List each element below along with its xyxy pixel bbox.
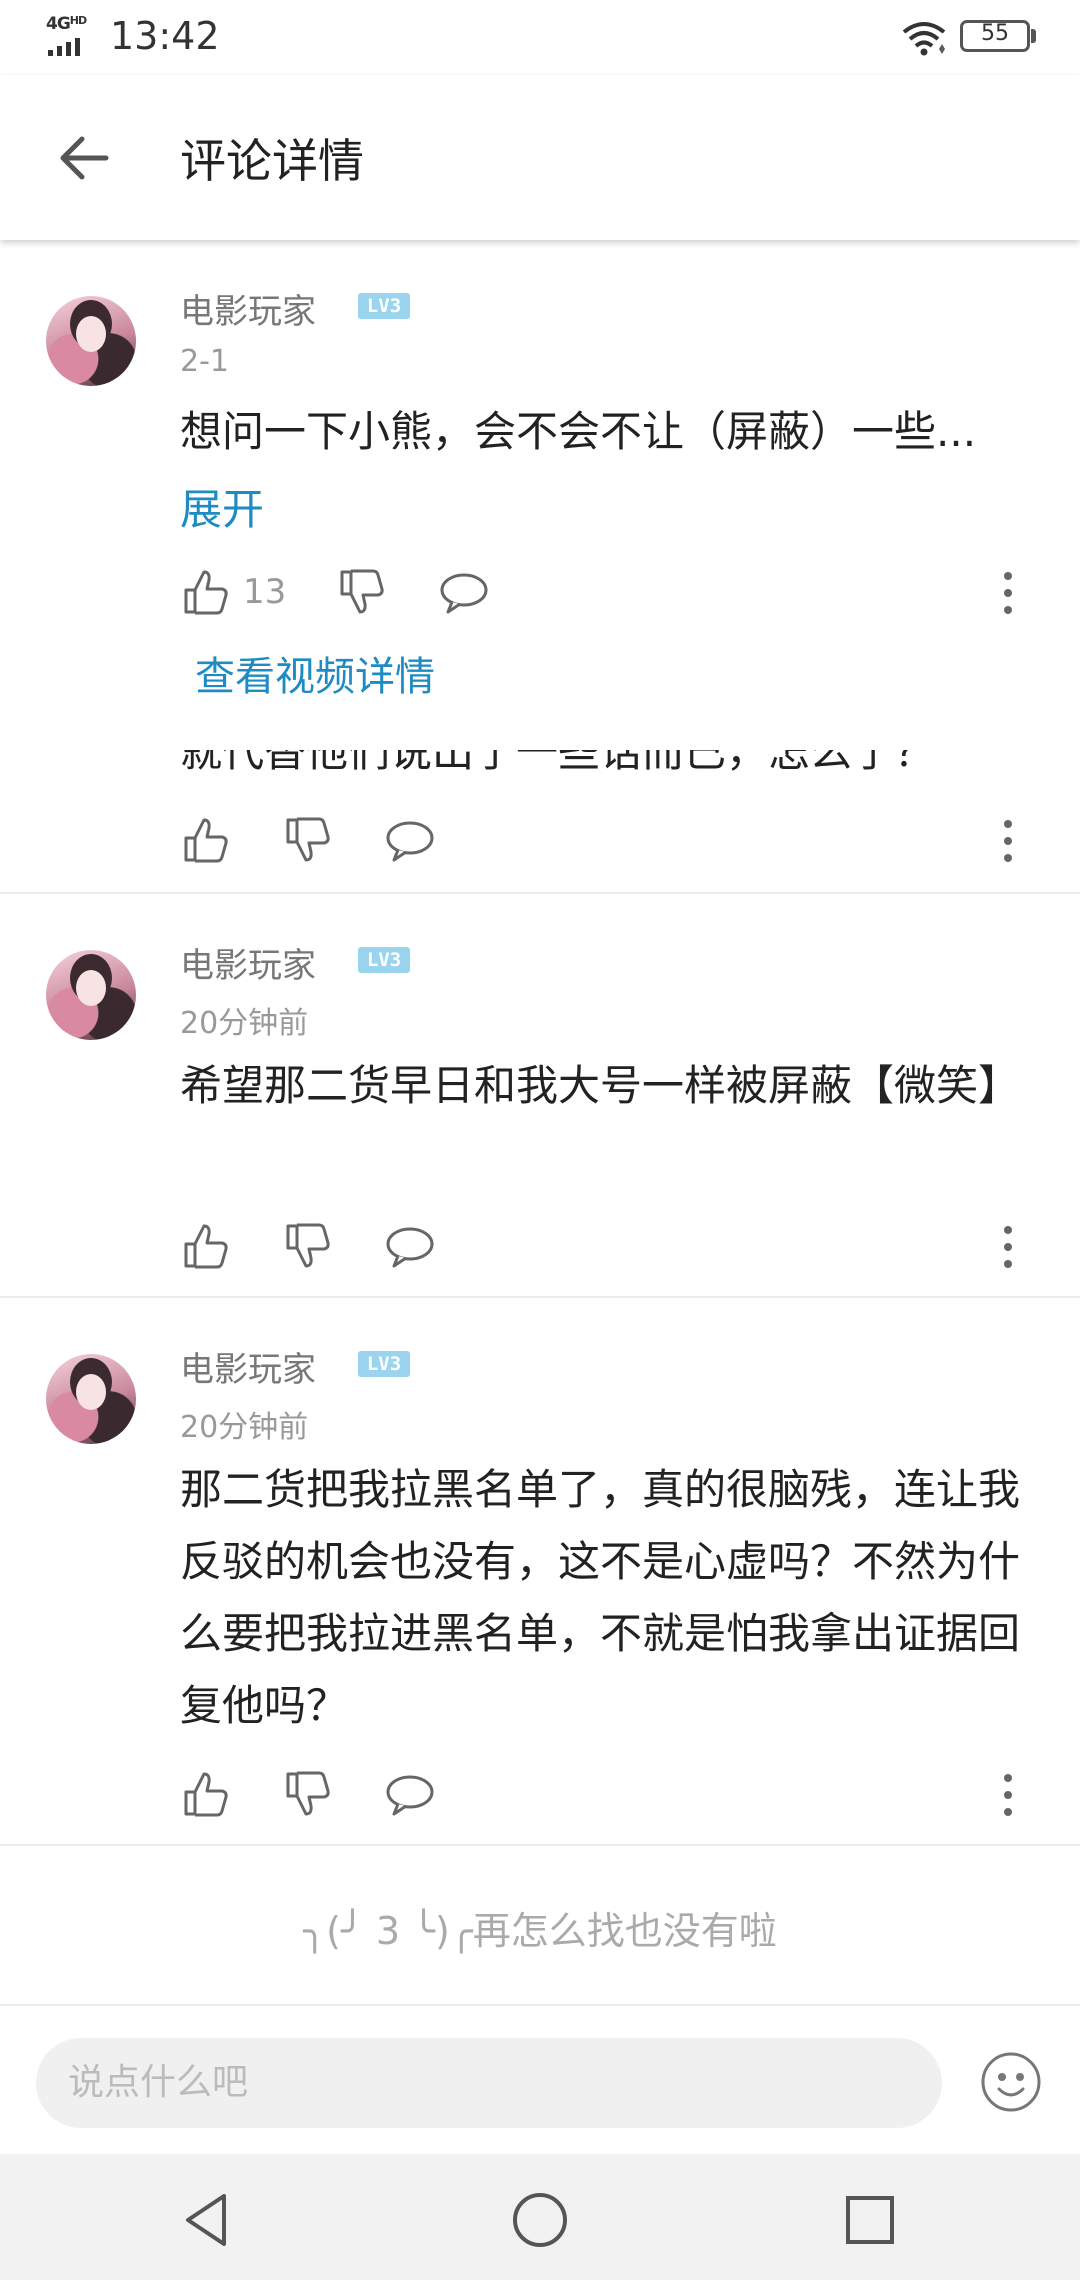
more-vertical-icon[interactable] <box>998 816 1018 866</box>
comment-bubble-icon[interactable] <box>384 1220 436 1272</box>
thumbs-up-icon[interactable] <box>180 814 232 866</box>
comment-content: 那二货把我拉黑名单了，真的很脑残，连让我反驳的机会也没有，这不是心虚吗？不然为什… <box>180 1465 1021 1730</box>
status-bar: 4GHD 13:42 55 <box>0 0 1080 75</box>
network-type: 4G <box>46 14 71 34</box>
battery-tip <box>1031 29 1036 43</box>
avatar[interactable] <box>46 296 136 386</box>
comment-content: 希望那二货早日和我大号一样被屏蔽【微笑】 <box>180 1061 1021 1110</box>
level-badge: LV3 <box>358 293 410 319</box>
battery-icon: 55 <box>960 20 1030 52</box>
thumbs-down-icon[interactable] <box>282 1220 334 1272</box>
thumbs-up-icon[interactable] <box>180 1768 232 1820</box>
comment-detail-screen: 4GHD 13:42 55 评论详情 电影玩家 LV3 2-1 想问一下小熊，会… <box>0 0 1080 2280</box>
comment-bubble-icon[interactable] <box>438 566 490 618</box>
clipped-reply-content: 就代替他们说出了一些话而已，怎么了？ <box>180 750 937 776</box>
comment-bubble-icon[interactable] <box>384 814 436 866</box>
end-of-list-message: ╮(╯ 3 ╰)╭再怎么找也没有啦 <box>303 1909 777 1953</box>
reply-comment: 电影玩家 LV3 20分钟前 那二货把我拉黑名单了，真的很脑残，连让我反驳的机会… <box>0 1298 1080 1844</box>
main-comment: 电影玩家 LV3 2-1 想问一下小熊，会不会不让（屏蔽）一些... 展开 13… <box>0 240 1080 750</box>
comment-input[interactable]: 说点什么吧 <box>36 2038 942 2128</box>
more-vertical-icon[interactable] <box>998 1222 1018 1272</box>
battery-level: 55 <box>981 21 1009 46</box>
username[interactable]: 电影玩家 <box>180 1342 316 1391</box>
thumbs-down-icon[interactable] <box>282 1768 334 1820</box>
app-bar: 评论详情 <box>0 75 1080 240</box>
thumbs-up-icon[interactable] <box>180 1220 232 1272</box>
nav-recents-icon[interactable] <box>840 2190 900 2250</box>
network-sup: HD <box>69 14 87 27</box>
avatar[interactable] <box>46 950 136 1040</box>
view-video-link[interactable]: 查看视频详情 <box>195 644 435 702</box>
comment-bubble-icon[interactable] <box>384 1768 436 1820</box>
more-vertical-icon[interactable] <box>998 1770 1018 1820</box>
comment-time: 20分钟前 <box>180 1006 309 1041</box>
divider <box>0 1844 1080 1846</box>
thumbs-down-icon[interactable] <box>336 566 388 618</box>
nav-back-icon[interactable] <box>178 2190 238 2250</box>
thumbs-down-icon[interactable] <box>282 814 334 866</box>
page-title: 评论详情 <box>180 134 364 188</box>
nav-home-icon[interactable] <box>510 2190 570 2250</box>
username[interactable]: 电影玩家 <box>180 284 316 333</box>
more-vertical-icon[interactable] <box>998 568 1018 618</box>
status-time: 13:42 <box>110 14 220 58</box>
comment-content: 想问一下小熊，会不会不让（屏蔽）一些... <box>180 407 977 456</box>
emoji-icon[interactable] <box>980 2051 1042 2113</box>
comment-time: 2-1 <box>180 344 229 379</box>
username[interactable]: 电影玩家 <box>180 938 316 987</box>
system-navigation-bar <box>0 2154 1080 2280</box>
like-count: 13 <box>243 572 287 612</box>
level-badge: LV3 <box>358 1351 410 1377</box>
level-badge: LV3 <box>358 947 410 973</box>
wifi-icon <box>902 22 946 56</box>
avatar[interactable] <box>46 1354 136 1444</box>
comment-actions <box>0 1220 1080 1280</box>
reply-comment: 电影玩家 LV3 20分钟前 希望那二货早日和我大号一样被屏蔽【微笑】 <box>0 894 1080 1296</box>
back-arrow-icon[interactable] <box>50 123 120 193</box>
cellular-signal-icon: 4GHD <box>46 14 102 58</box>
comment-time: 20分钟前 <box>180 1410 309 1445</box>
comment-actions: 13 <box>0 566 1080 626</box>
expand-link[interactable]: 展开 <box>180 476 264 537</box>
clipped-reply-text: 就代替他们说出了一些话而已，怎么了？ <box>180 750 1040 796</box>
clipped-reply-actions <box>0 814 1080 874</box>
comment-actions <box>0 1768 1080 1828</box>
comment-input-bar: 说点什么吧 <box>0 2004 1080 2154</box>
thumbs-up-icon[interactable] <box>180 566 232 618</box>
